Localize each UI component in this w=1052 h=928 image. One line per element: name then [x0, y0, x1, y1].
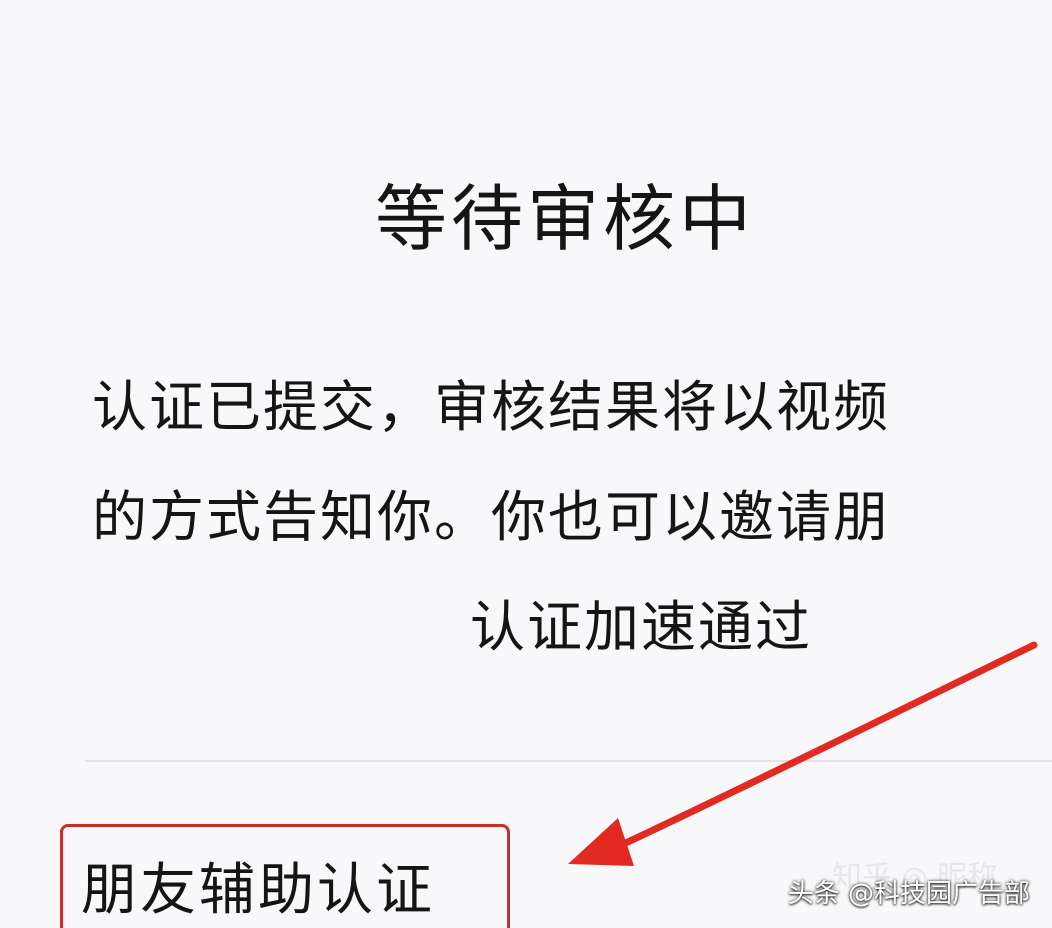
friend-assist-label: 朋友辅助认证: [81, 858, 435, 923]
description-line-2: 的方式告知你。你也可以邀请朋: [92, 485, 891, 549]
description-line-1: 认证已提交，审核结果将以视频: [92, 375, 891, 439]
review-pending-screen: 等待审核中 认证已提交，审核结果将以视频 的方式告知你。你也可以邀请朋 认证加速…: [0, 0, 1052, 928]
page-title: 等待审核中: [374, 177, 755, 261]
description-line-3: 认证加速通过: [470, 595, 813, 659]
status-description: 认证已提交，审核结果将以视频 的方式告知你。你也可以邀请朋 认证加速通过: [92, 352, 1052, 682]
friend-assist-button[interactable]: 朋友辅助认证: [60, 824, 510, 928]
watermark-text: 头条 @科技园广告部: [787, 879, 1030, 909]
section-divider: [85, 760, 1052, 762]
